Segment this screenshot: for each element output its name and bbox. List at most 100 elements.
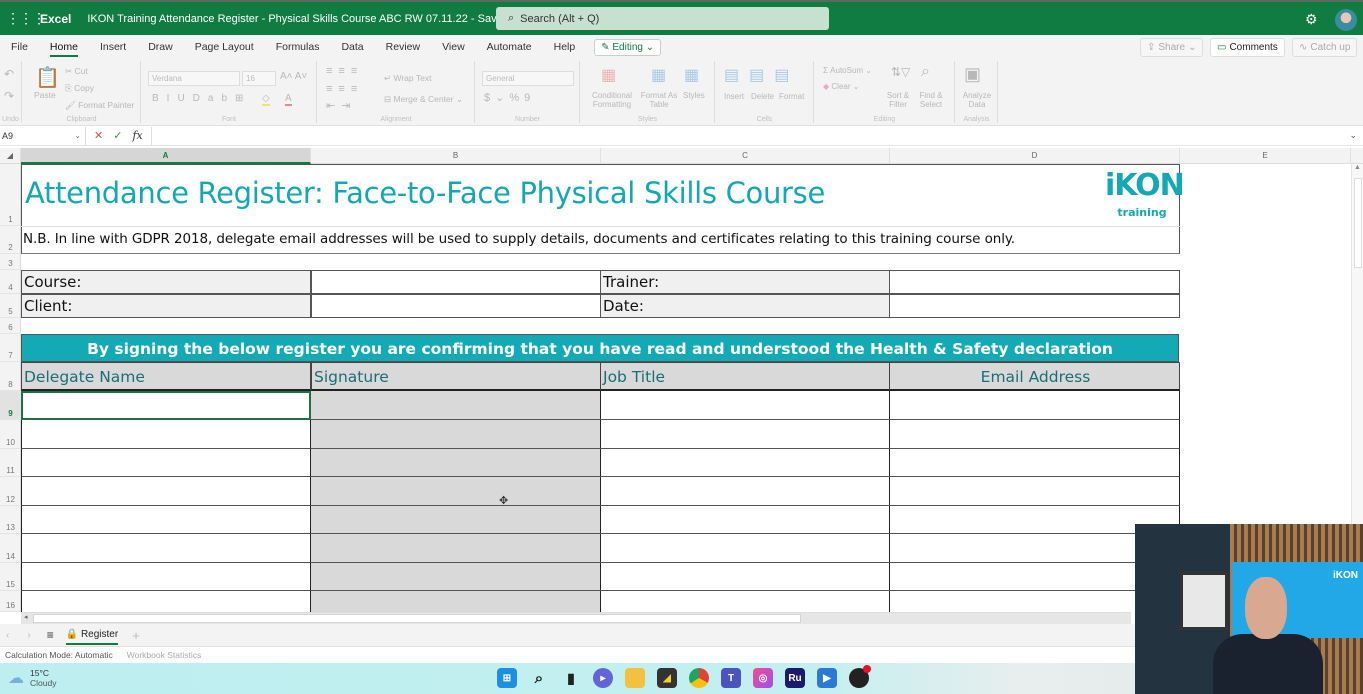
next-sheet-icon[interactable]: › bbox=[27, 630, 30, 641]
select-all-corner[interactable]: ◢ bbox=[0, 148, 21, 164]
tab-page-layout[interactable]: Page Layout bbox=[184, 35, 265, 59]
row-header[interactable]: 11 bbox=[0, 449, 21, 477]
email-address-cell[interactable] bbox=[889, 449, 1180, 477]
analyze-data-icon[interactable]: ▣ bbox=[964, 64, 981, 85]
all-sheets-menu-icon[interactable]: ≡ bbox=[47, 628, 54, 642]
start-icon[interactable]: ⊞ bbox=[497, 668, 517, 688]
app-launcher-icon[interactable]: ⋮⋮⋮ bbox=[6, 10, 46, 27]
copy-button[interactable]: ⎘ Copy bbox=[65, 83, 94, 94]
delegate-name-cell[interactable] bbox=[21, 449, 311, 477]
job-title-cell[interactable] bbox=[600, 534, 890, 563]
paste-icon[interactable]: 📋 bbox=[35, 65, 60, 90]
job-title-cell[interactable] bbox=[600, 420, 890, 449]
sort-filter-icon[interactable]: ⇅▽ bbox=[891, 65, 910, 79]
editing-mode-button[interactable]: ✎ Editing ⌄ bbox=[594, 38, 662, 56]
document-title[interactable]: IKON Training Attendance Register - Phys… bbox=[87, 12, 524, 25]
autosum-button[interactable]: Σ AutoSum ⌄ bbox=[823, 66, 872, 75]
horizontal-align-icons[interactable]: ≡≡≡ bbox=[326, 83, 363, 95]
job-title-cell[interactable] bbox=[600, 591, 890, 612]
number-format-select[interactable]: General bbox=[482, 71, 574, 86]
email-address-cell[interactable] bbox=[889, 420, 1180, 449]
strikethrough-icon[interactable]: ab bbox=[208, 93, 235, 104]
calculation-mode[interactable]: Calculation Mode: Automatic bbox=[5, 650, 113, 660]
tab-formulas[interactable]: Formulas bbox=[265, 35, 331, 59]
conditional-formatting-button[interactable]: Conditional Formatting bbox=[589, 91, 635, 109]
analyze-data-button[interactable]: Analyze Data bbox=[960, 91, 994, 109]
signature-cell[interactable] bbox=[311, 563, 601, 591]
merge-center-button[interactable]: ⊟ Merge & Center ⌄ bbox=[384, 94, 463, 105]
sort-filter-button[interactable]: Sort & Filter bbox=[883, 91, 913, 109]
signature-cell[interactable] bbox=[311, 449, 601, 477]
settings-gear-icon[interactable]: ⚙ bbox=[1305, 11, 1318, 28]
format-cells-button[interactable]: Format bbox=[779, 92, 804, 101]
row-header[interactable]: 1 bbox=[0, 164, 21, 226]
job-title-cell[interactable] bbox=[600, 391, 890, 420]
row-header[interactable]: 16 bbox=[0, 591, 21, 612]
task-view-icon[interactable]: ▮ bbox=[561, 668, 581, 688]
job-title-cell[interactable] bbox=[600, 449, 890, 477]
tab-review[interactable]: Review bbox=[375, 35, 431, 59]
redo-icon[interactable]: ↷ bbox=[4, 89, 14, 103]
signature-cell[interactable] bbox=[311, 477, 601, 506]
delegate-name-cell[interactable] bbox=[21, 563, 311, 591]
format-as-table-button[interactable]: Format As Table bbox=[639, 91, 679, 109]
column-header-a[interactable]: A bbox=[21, 148, 311, 164]
delegate-name-cell[interactable] bbox=[21, 534, 311, 563]
creative-cloud-icon[interactable]: ◎ bbox=[753, 668, 773, 688]
cancel-icon[interactable]: ✕ bbox=[94, 129, 103, 142]
font-size-select[interactable]: 16 bbox=[242, 71, 276, 86]
sheet-tab-register[interactable]: 🔒 Register bbox=[65, 626, 119, 645]
screen-presenter-icon[interactable]: ▶ bbox=[817, 668, 837, 688]
row-header[interactable]: 6 bbox=[0, 318, 21, 334]
row-header[interactable]: 15 bbox=[0, 563, 21, 591]
job-title-cell[interactable] bbox=[600, 506, 890, 534]
font-format-buttons[interactable]: BIUDab⊞ bbox=[152, 93, 251, 104]
row-header[interactable]: 3 bbox=[0, 254, 21, 270]
signature-cell[interactable] bbox=[311, 391, 601, 420]
row-header[interactable]: 8 bbox=[0, 362, 21, 391]
column-header-d[interactable]: D bbox=[890, 148, 1180, 164]
delegate-name-cell[interactable] bbox=[21, 420, 311, 449]
catch-up-button[interactable]: ∿ Catch up bbox=[1292, 38, 1358, 57]
delete-cells-button[interactable]: Delete bbox=[751, 92, 774, 101]
chrome-icon[interactable] bbox=[689, 668, 709, 688]
styles-button[interactable]: Styles bbox=[683, 91, 705, 100]
teams-icon[interactable]: T bbox=[721, 668, 741, 688]
email-address-cell[interactable] bbox=[889, 477, 1180, 506]
fill-color-icon[interactable]: ◇ bbox=[262, 93, 270, 106]
format-as-table-icon[interactable]: ▦ bbox=[651, 65, 666, 85]
signature-cell[interactable] bbox=[311, 591, 601, 612]
trainer-input-cell[interactable] bbox=[889, 270, 1180, 294]
signature-cell[interactable] bbox=[311, 420, 601, 449]
row-header[interactable]: 2 bbox=[0, 226, 21, 254]
row-header[interactable]: 10 bbox=[0, 420, 21, 449]
row-header-selected[interactable]: 9 bbox=[0, 391, 21, 420]
tab-home[interactable]: Home bbox=[39, 35, 89, 59]
delegate-name-cell[interactable] bbox=[21, 506, 311, 534]
search-box[interactable]: ⌕ Search (Alt + Q) bbox=[496, 7, 829, 30]
date-input-cell[interactable] bbox=[889, 294, 1180, 318]
paste-button[interactable]: Paste bbox=[34, 90, 56, 100]
font-family-select[interactable]: Verdana bbox=[148, 71, 240, 86]
delegate-name-cell[interactable] bbox=[21, 591, 311, 612]
job-title-cell[interactable] bbox=[600, 563, 890, 591]
add-sheet-icon[interactable]: + bbox=[132, 628, 140, 643]
insert-cells-button[interactable]: Insert bbox=[724, 92, 744, 101]
column-header-e[interactable]: E bbox=[1180, 148, 1351, 164]
job-title-cell[interactable] bbox=[600, 477, 890, 506]
delegate-name-cell[interactable] bbox=[21, 391, 311, 420]
obs-icon[interactable] bbox=[849, 665, 871, 688]
client-input-cell[interactable] bbox=[311, 294, 601, 318]
comments-button[interactable]: ▭ Comments bbox=[1210, 38, 1285, 57]
prev-sheet-icon[interactable]: ‹ bbox=[6, 630, 9, 641]
column-header-c[interactable]: C bbox=[601, 148, 890, 164]
currency-percent-icons[interactable]: $⌄%9 bbox=[484, 91, 535, 104]
expand-formula-icon[interactable]: ⌄ bbox=[1349, 130, 1363, 141]
confirm-icon[interactable]: ✓ bbox=[113, 129, 122, 142]
formula-input[interactable] bbox=[152, 127, 1350, 145]
row-header[interactable]: 13 bbox=[0, 506, 21, 534]
vertical-scrollbar[interactable]: ▲ bbox=[1351, 164, 1363, 524]
cut-button[interactable]: ✂ Cut bbox=[65, 66, 88, 77]
row-header[interactable]: 7 bbox=[0, 334, 21, 362]
scroll-left-icon[interactable]: ◂ bbox=[24, 613, 28, 621]
